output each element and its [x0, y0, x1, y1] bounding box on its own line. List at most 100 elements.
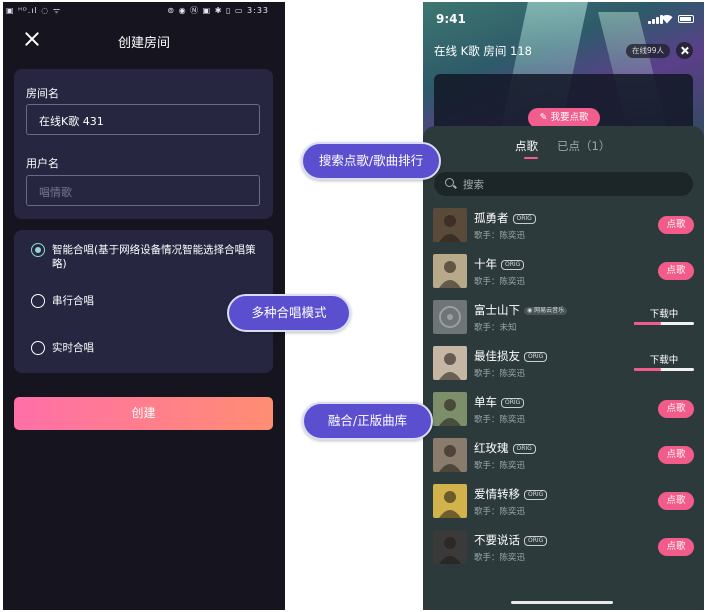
sing-button[interactable]: 点歌	[658, 538, 694, 556]
song-source-tag: ORIG	[512, 444, 536, 454]
song-row[interactable]: 最佳损友 ORIG 歌手：陈奕迅 下载中	[433, 346, 694, 382]
battery-icon	[678, 15, 694, 23]
status-icons	[648, 14, 694, 24]
sing-button[interactable]: 点歌	[658, 262, 694, 280]
ktv-room-screen: 9:41 在线 K歌 房间 118 在线99人 ✎ 我要点歌 点歌 已点（1） …	[423, 2, 704, 610]
song-source-tag: ◉ 网易云音乐	[524, 307, 568, 315]
callout-music-library: 融合/正版曲库	[302, 402, 433, 440]
song-row[interactable]: 十年 ORIG 歌手：陈奕迅 点歌	[433, 254, 694, 290]
home-indicator[interactable]	[511, 601, 613, 604]
song-row[interactable]: 孤勇者 ORIG 歌手：陈奕迅 点歌	[433, 208, 694, 244]
chorus-option-label: 串行合唱	[52, 295, 94, 307]
radio-icon[interactable]	[31, 341, 45, 355]
online-count-badge: 在线99人	[626, 44, 670, 58]
download-progress-fill	[634, 322, 661, 325]
room-name-label: 房间名	[26, 87, 59, 100]
status-time: 9:41	[436, 12, 466, 26]
close-icon[interactable]	[676, 42, 693, 59]
search-input[interactable]: 搜索	[434, 172, 693, 196]
user-name-label: 用户名	[26, 157, 59, 170]
song-title: 单车 ORIG	[474, 394, 525, 410]
singer-name: 歌手：未知	[474, 323, 517, 333]
sing-button[interactable]: 点歌	[658, 446, 694, 464]
album-cover	[433, 254, 467, 288]
album-cover	[433, 346, 467, 380]
album-cover	[433, 530, 467, 564]
song-row[interactable]: 单车 ORIG 歌手：陈奕迅 点歌	[433, 392, 694, 428]
song-title: 富士山下 ◉ 网易云音乐	[474, 302, 568, 318]
singer-name: 歌手：陈奕迅	[474, 231, 526, 241]
search-placeholder: 搜索	[463, 179, 484, 191]
download-progress-fill	[634, 368, 661, 371]
order-song-button[interactable]: ✎ 我要点歌	[528, 108, 600, 128]
chorus-option-smart[interactable]: 智能合唱(基于网络设备情况智能选择合唱策略)	[31, 243, 256, 271]
sing-button[interactable]: 点歌	[658, 492, 694, 510]
status-icons-right: ⊚ ◉ Ⓝ ▣ ✱ ▯ ▭ 3:33	[167, 6, 269, 15]
sing-button[interactable]: 点歌	[658, 400, 694, 418]
active-tab-indicator	[524, 157, 538, 159]
status-bar: ▣ ᴴᴰ.ıl ◌ ᯤ ⊚ ◉ Ⓝ ▣ ✱ ▯ ▭ 3:33	[3, 5, 285, 19]
song-title-text: 单车	[474, 395, 497, 409]
song-title: 最佳损友 ORIG	[474, 348, 548, 364]
tab-ordered[interactable]: 已点（1）	[557, 138, 610, 154]
song-title: 爱情转移 ORIG	[474, 486, 548, 502]
chorus-option-serial[interactable]: 串行合唱	[31, 294, 94, 308]
singer-name: 歌手：陈奕迅	[474, 415, 526, 425]
sing-button[interactable]: 点歌	[658, 216, 694, 234]
song-source-tag: ORIG	[524, 490, 548, 500]
status-icons-left: ▣ ᴴᴰ.ıl ◌ ᯤ	[6, 6, 62, 15]
search-icon	[445, 178, 454, 187]
page-title: 创建房间	[117, 36, 170, 51]
wifi-icon	[661, 15, 673, 24]
download-progress-bar	[634, 368, 694, 371]
chorus-option-label: 智能合唱(基于网络设备情况智能选择合唱策略)	[52, 244, 256, 270]
song-picker-panel: 点歌 已点（1） 搜索 孤勇者 ORIG 歌手：陈奕迅 点歌 十年 ORIG 歌手：陈奕迅点…	[423, 126, 704, 610]
singer-name: 歌手：陈奕迅	[474, 461, 526, 471]
song-title-text: 最佳损友	[474, 349, 520, 363]
song-source-tag: ORIG	[524, 352, 548, 362]
song-row[interactable]: 爱情转移 ORIG 歌手：陈奕迅 点歌	[433, 484, 694, 520]
song-title: 不要说话 ORIG	[474, 532, 548, 548]
chorus-option-label: 实时合唱	[52, 342, 94, 354]
download-status: 下载中	[649, 309, 679, 320]
callout-search-ranking: 搜索点歌/歌曲排行	[301, 142, 441, 180]
room-info-card: 房间名 在线K歌 431 用户名 唱情歌	[14, 69, 273, 219]
song-title-text: 十年	[474, 257, 497, 271]
room-title: 在线 K歌 房间 118	[434, 44, 532, 58]
radio-selected-icon[interactable]	[31, 243, 45, 257]
song-title: 红玫瑰 ORIG	[474, 440, 536, 456]
download-progress-bar	[634, 322, 694, 325]
singer-name: 歌手：陈奕迅	[474, 507, 526, 517]
create-button[interactable]: 创建	[14, 397, 273, 430]
song-title: 十年 ORIG	[474, 256, 525, 272]
default-album-cover	[433, 300, 467, 334]
room-name-input[interactable]: 在线K歌 431	[26, 104, 260, 135]
singer-name: 歌手：陈奕迅	[474, 369, 526, 379]
radio-icon[interactable]	[31, 294, 45, 308]
song-title-text: 孤勇者	[474, 211, 509, 225]
chorus-option-realtime[interactable]: 实时合唱	[31, 341, 94, 355]
song-source-tag: ORIG	[524, 536, 548, 546]
song-source-tag: ORIG	[501, 398, 525, 408]
song-title-text: 爱情转移	[474, 487, 520, 501]
song-title-text: 富士山下	[474, 303, 520, 317]
singer-name: 歌手：陈奕迅	[474, 277, 526, 287]
download-status: 下载中	[649, 355, 679, 366]
song-title-text: 不要说话	[474, 533, 520, 547]
song-row[interactable]: 不要说话 ORIG 歌手：陈奕迅 点歌	[433, 530, 694, 566]
callout-chorus-modes: 多种合唱模式	[227, 294, 351, 332]
song-source-tag: ORIG	[501, 260, 525, 270]
user-name-input[interactable]: 唱情歌	[26, 175, 260, 206]
singer-name: 歌手：陈奕迅	[474, 553, 526, 563]
screenshot-canvas: ▣ ᴴᴰ.ıl ◌ ᯤ ⊚ ◉ Ⓝ ▣ ✱ ▯ ▭ 3:33 创建房间 房间名 …	[0, 0, 705, 612]
song-source-tag: ORIG	[512, 214, 536, 224]
tab-order-song[interactable]: 点歌	[515, 138, 538, 154]
album-cover	[433, 438, 467, 472]
song-title-text: 红玫瑰	[474, 441, 509, 455]
album-cover	[433, 484, 467, 518]
album-cover	[433, 208, 467, 242]
song-row[interactable]: 红玫瑰 ORIG 歌手：陈奕迅 点歌	[433, 438, 694, 474]
song-row[interactable]: 富士山下 ◉ 网易云音乐 歌手：未知 下载中	[433, 300, 694, 336]
song-title: 孤勇者 ORIG	[474, 210, 536, 226]
album-cover	[433, 392, 467, 426]
